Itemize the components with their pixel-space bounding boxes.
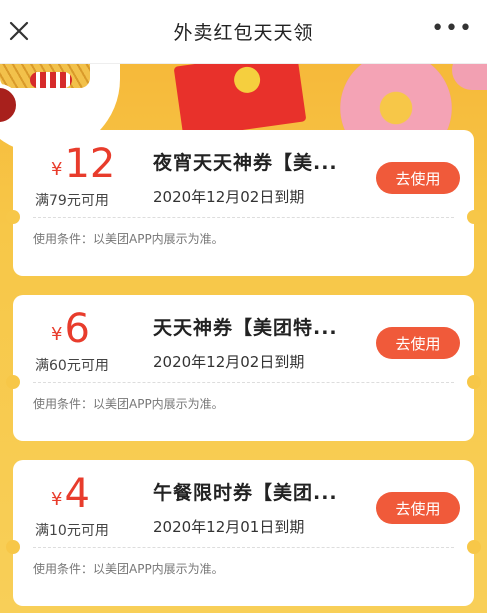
- close-icon[interactable]: [8, 20, 30, 42]
- top-bar: 外卖红包天天领 •••: [0, 0, 487, 64]
- dashed-divider: [33, 217, 454, 218]
- currency-symbol: ¥: [51, 324, 63, 345]
- amount-value: 4: [64, 471, 90, 517]
- amount-value: 6: [64, 306, 90, 352]
- card-notch: [6, 540, 20, 554]
- card-notch: [6, 210, 20, 224]
- coupon-card: ¥ 12 满79元可用 夜宵天天神券【美... 2020年12月02日到期 去使…: [6, 130, 481, 276]
- coupon-condition: 满10元可用: [35, 523, 109, 539]
- card-notch: [6, 375, 20, 389]
- currency-symbol: ¥: [51, 489, 63, 510]
- coupon-expiry: 2020年12月02日到期: [153, 353, 305, 371]
- use-coupon-button[interactable]: 去使用: [376, 162, 460, 194]
- coupon-name: 天天神券【美团特...: [153, 317, 338, 339]
- coupon-note: 使用条件：以美团APP内展示为准。: [33, 232, 224, 246]
- coupon-amount: ¥ 6: [51, 307, 90, 351]
- donut-illustration-2: [452, 64, 487, 90]
- coupon-card: ¥ 6 满60元可用 天天神券【美团特... 2020年12月02日到期 去使用…: [6, 295, 481, 441]
- red-envelope-illustration: [173, 64, 307, 139]
- coupon-note: 使用条件：以美团APP内展示为准。: [33, 397, 224, 411]
- coupon-name: 夜宵天天神券【美...: [153, 152, 338, 174]
- dashed-divider: [33, 547, 454, 548]
- use-coupon-button[interactable]: 去使用: [376, 327, 460, 359]
- coupon-condition: 满79元可用: [35, 193, 109, 209]
- use-coupon-button[interactable]: 去使用: [376, 492, 460, 524]
- coupon-name: 午餐限时券【美团...: [153, 482, 338, 504]
- coupon-note: 使用条件：以美团APP内展示为准。: [33, 562, 224, 576]
- coupon-card: ¥ 4 满10元可用 午餐限时券【美团... 2020年12月01日到期 去使用…: [6, 460, 481, 606]
- coupon-expiry: 2020年12月01日到期: [153, 518, 305, 536]
- page-title: 外卖红包天天领: [173, 22, 314, 44]
- card-notch: [467, 210, 481, 224]
- coupon-condition: 满60元可用: [35, 358, 109, 374]
- currency-symbol: ¥: [51, 159, 63, 180]
- coupon-expiry: 2020年12月02日到期: [153, 188, 305, 206]
- card-notch: [467, 375, 481, 389]
- ribbon-illustration: [30, 72, 72, 88]
- coin-illustration: [232, 65, 262, 95]
- dashed-divider: [33, 382, 454, 383]
- coupon-amount: ¥ 4: [51, 472, 90, 516]
- card-notch: [467, 540, 481, 554]
- sauce-illustration: [0, 84, 20, 126]
- coupon-amount: ¥ 12: [51, 142, 115, 186]
- more-dots-icon[interactable]: •••: [431, 18, 473, 40]
- amount-value: 12: [64, 141, 116, 187]
